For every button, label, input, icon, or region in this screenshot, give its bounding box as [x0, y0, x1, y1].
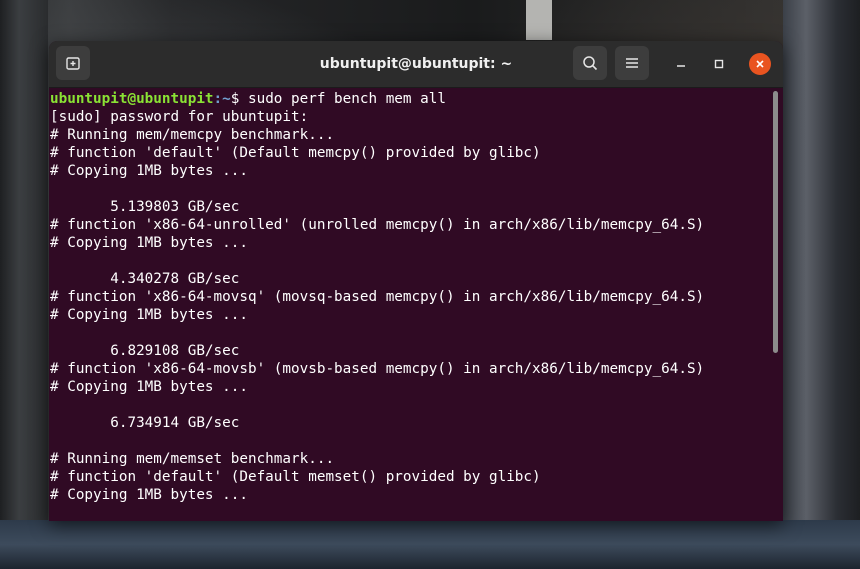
output-line: # Copying 1MB bytes ...: [50, 487, 248, 503]
output-line: # function 'x86-64-movsb' (movsb-based m…: [50, 361, 705, 377]
close-icon: [756, 60, 764, 68]
maximize-button[interactable]: [708, 53, 730, 75]
prompt-path: :~: [213, 91, 231, 107]
output-line: # Copying 1MB bytes ...: [50, 163, 248, 179]
hamburger-menu-icon: [626, 58, 638, 68]
search-icon: [583, 56, 598, 71]
minimize-button[interactable]: [670, 53, 692, 75]
output-line: [sudo] password for ubuntupit:: [50, 109, 309, 125]
prompt-line: ubuntupit@ubuntupit:~$ sudo perf bench m…: [50, 90, 771, 108]
output-line: 4.340278 GB/sec: [50, 271, 240, 287]
background-pillar-left: [0, 0, 48, 569]
output-line: # Copying 1MB bytes ...: [50, 307, 248, 323]
output-line: # Running mem/memcpy benchmark...: [50, 127, 335, 143]
output-line: # Copying 1MB bytes ...: [50, 235, 248, 251]
minimize-icon: [677, 65, 685, 67]
background-pillar-right: [783, 0, 860, 569]
output-line: 6.829108 GB/sec: [50, 343, 240, 359]
new-tab-button[interactable]: [56, 46, 90, 80]
output-line: # function 'x86-64-movsq' (movsq-based m…: [50, 289, 705, 305]
scrollbar[interactable]: [773, 91, 778, 353]
close-button[interactable]: [749, 53, 771, 75]
menu-button[interactable]: [615, 46, 649, 80]
prompt-user-host: ubuntupit@ubuntupit: [50, 91, 214, 107]
terminal-window: ubuntupit@ubuntupit: ~ ubuntupit@ubuntup…: [49, 41, 783, 521]
background-ceiling-light: [526, 0, 552, 40]
new-tab-icon: [66, 57, 80, 70]
output-line: # function 'default' (Default memset() p…: [50, 469, 541, 485]
output-line: # Running mem/memset benchmark...: [50, 451, 335, 467]
prompt-symbol: $: [230, 91, 248, 107]
maximize-icon: [714, 59, 724, 69]
search-button[interactable]: [573, 46, 607, 80]
terminal-output[interactable]: ubuntupit@ubuntupit:~$ sudo perf bench m…: [49, 88, 771, 521]
output-line: # function 'default' (Default memcpy() p…: [50, 145, 541, 161]
output-line: 5.139803 GB/sec: [50, 199, 240, 215]
background-platform: [0, 520, 860, 569]
prompt-command: sudo perf bench mem all: [247, 91, 446, 107]
output-line: 6.734914 GB/sec: [50, 415, 240, 431]
title-bar[interactable]: ubuntupit@ubuntupit: ~: [49, 41, 783, 88]
output-line: # Copying 1MB bytes ...: [50, 379, 248, 395]
output-line: # function 'x86-64-unrolled' (unrolled m…: [50, 217, 705, 233]
